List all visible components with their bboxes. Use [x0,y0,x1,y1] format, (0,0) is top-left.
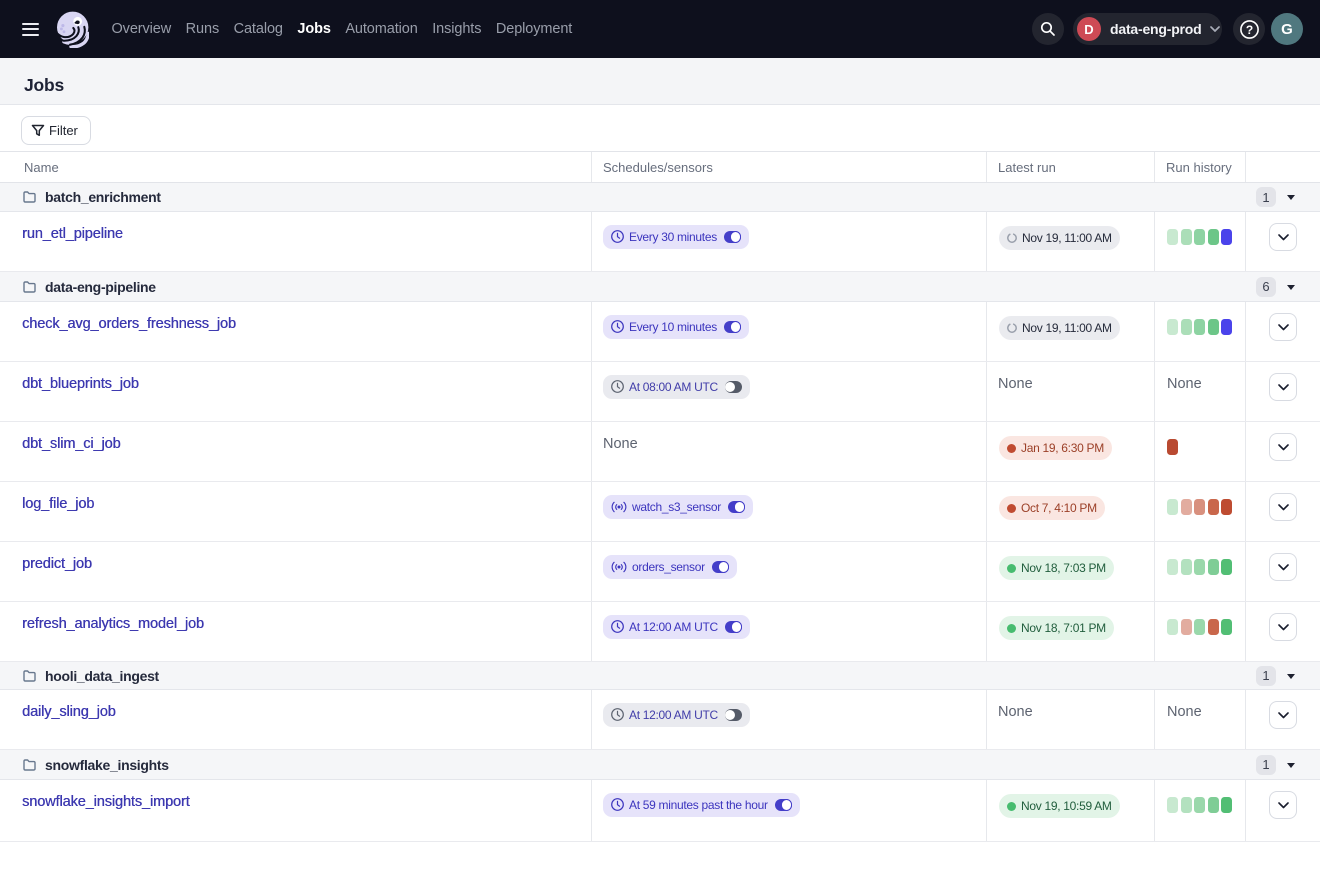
svg-text:?: ? [1245,22,1252,36]
